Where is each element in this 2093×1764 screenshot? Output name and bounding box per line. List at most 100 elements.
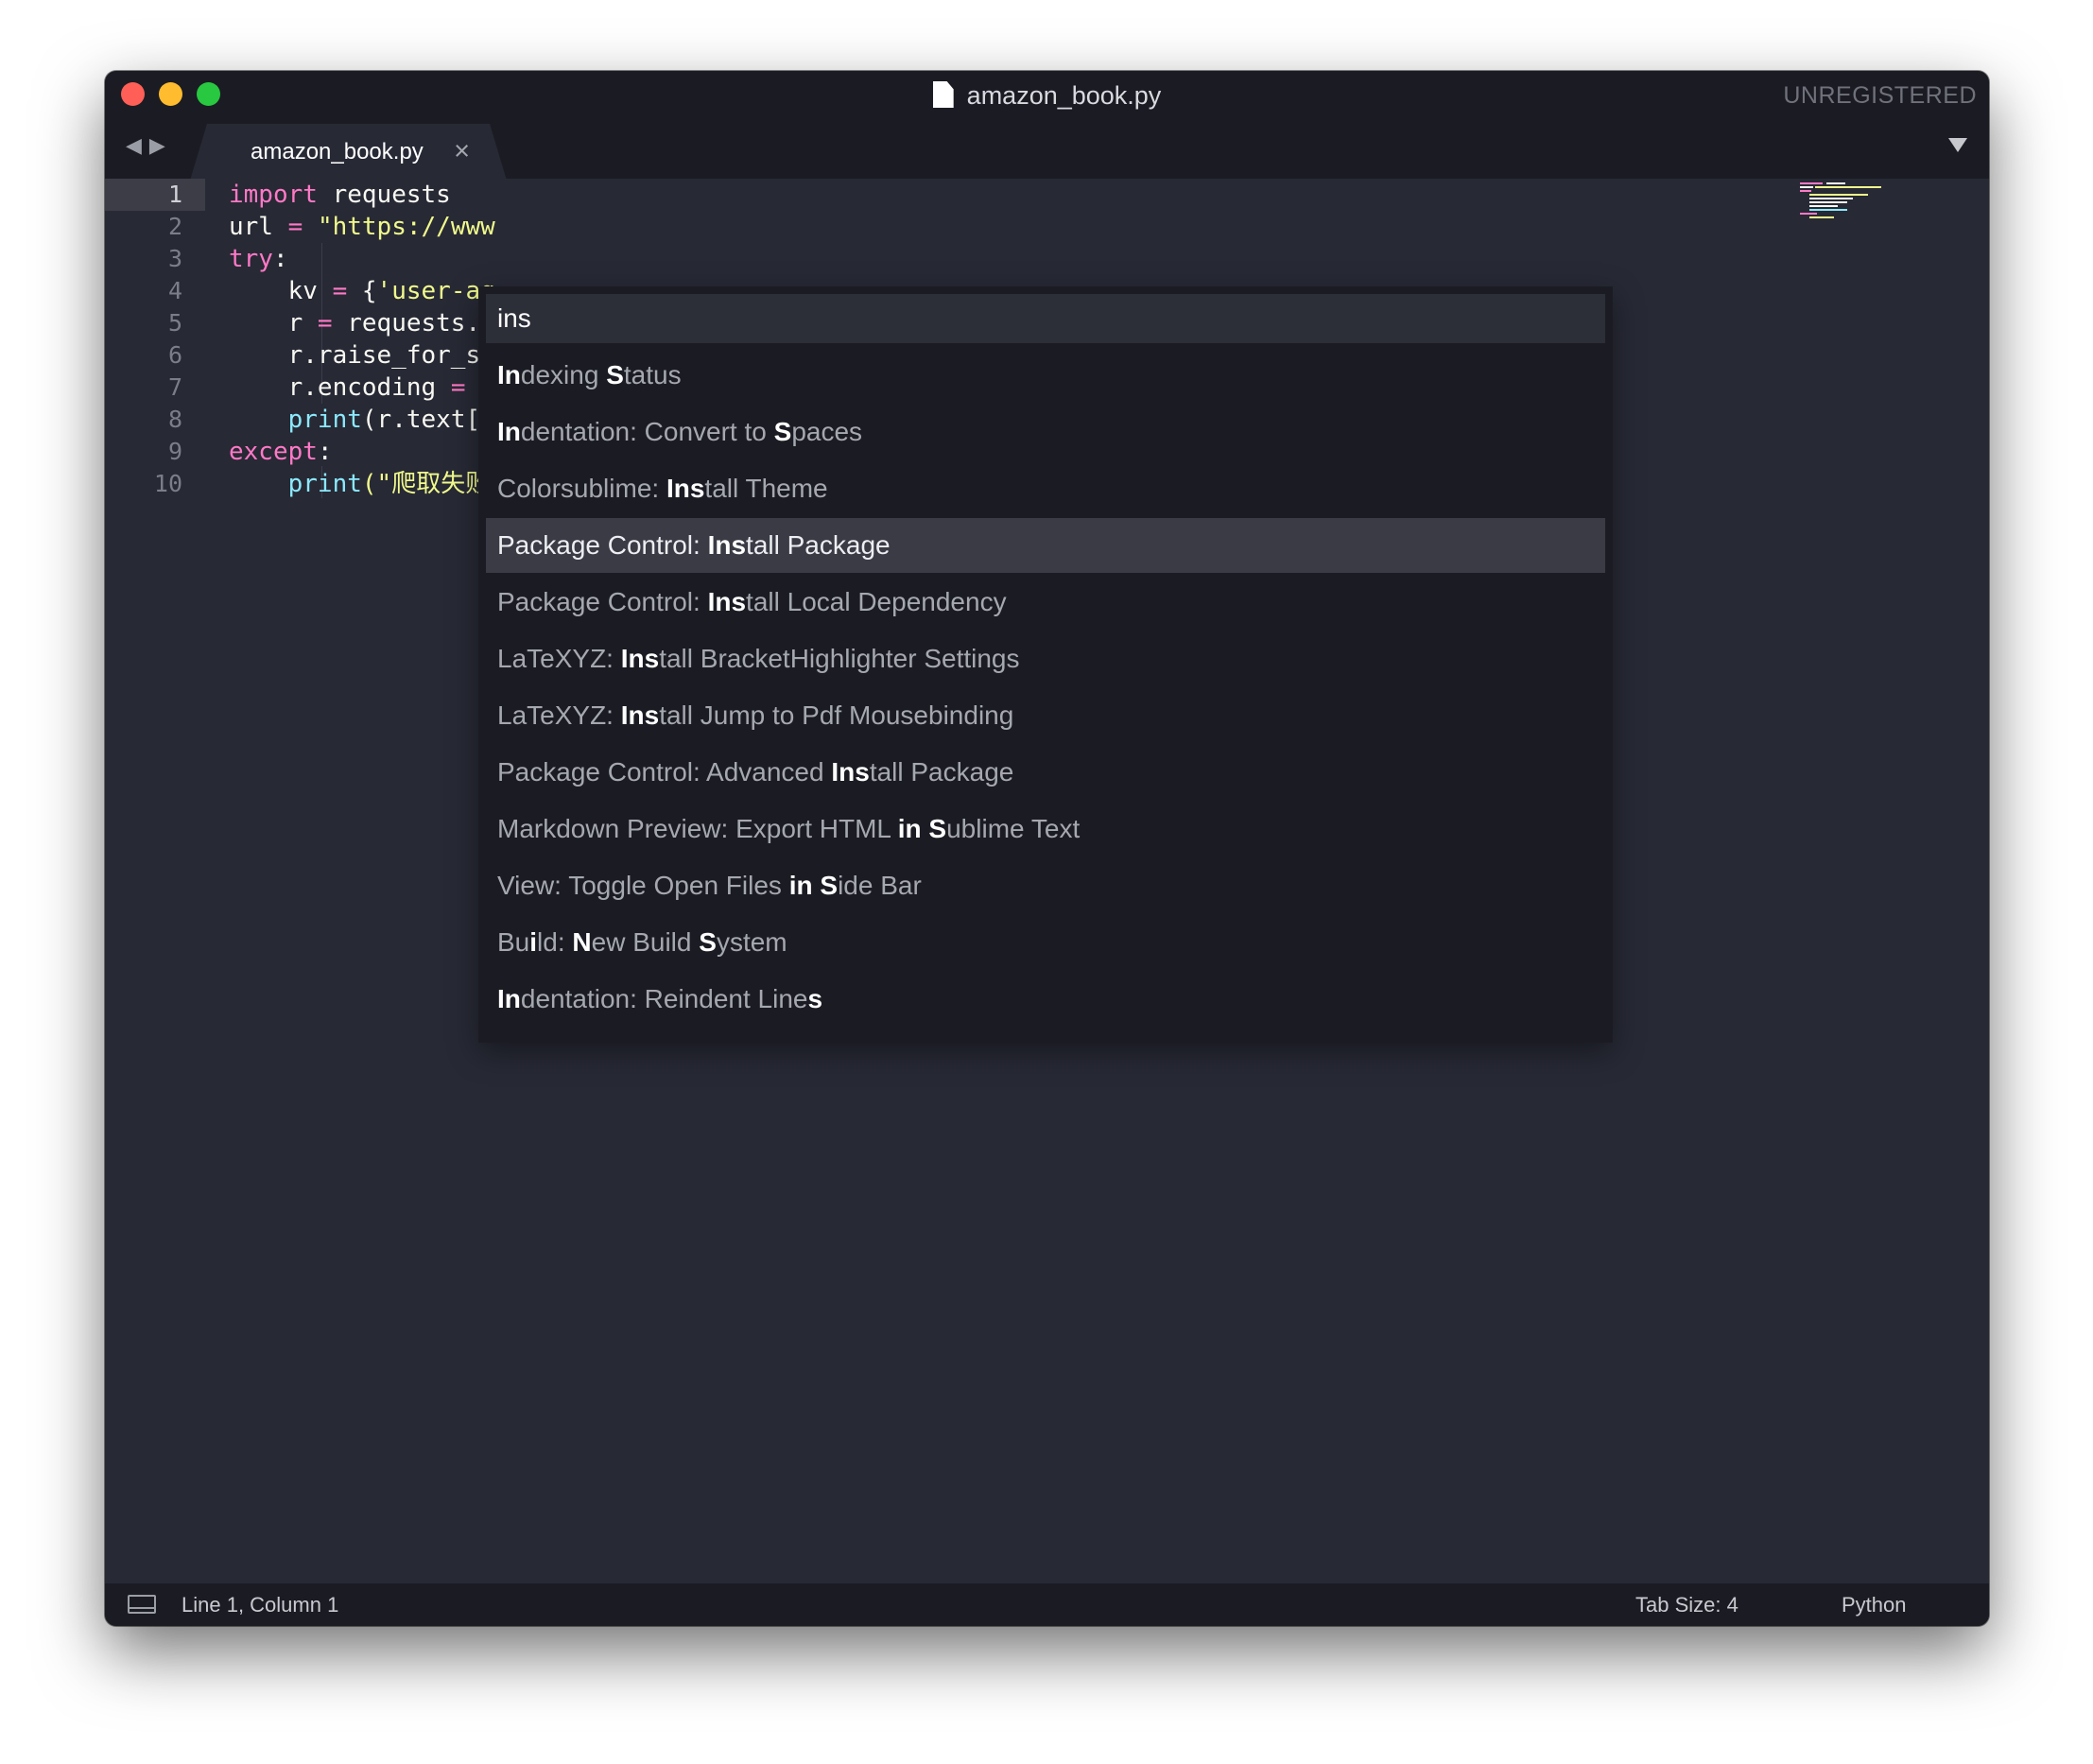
- code-token: :: [272, 245, 288, 273]
- command-palette-item[interactable]: LaTeXYZ: Install Jump to Pdf Mousebindin…: [486, 688, 1605, 743]
- toggle-panel-icon[interactable]: [128, 1595, 156, 1614]
- tab-list-dropdown-icon[interactable]: [1948, 138, 1967, 152]
- item-text: ide Bar: [838, 871, 922, 900]
- item-text: Colorsublime:: [497, 474, 666, 503]
- code-line: r.raise_for_st: [229, 339, 495, 372]
- match-highlight: S: [773, 417, 792, 446]
- item-text: dentation: Convert to: [520, 417, 774, 446]
- window-title: amazon_book.py: [105, 77, 1989, 114]
- command-palette-item[interactable]: Indexing Status: [486, 348, 1605, 403]
- command-palette-item[interactable]: LaTeXYZ: Install BracketHighlighter Sett…: [486, 631, 1605, 686]
- match-highlight: Ins: [707, 587, 747, 616]
- line-number: 1: [167, 181, 182, 208]
- match-highlight: i: [529, 927, 538, 957]
- match-highlight: In: [497, 417, 521, 446]
- cursor-position: Line 1, Column 1: [182, 1593, 339, 1617]
- item-text: tall Package: [746, 530, 891, 560]
- editor-area[interactable]: 1 2 3 4 5 6 7 8 9 10 import requests url = "https:…: [105, 179, 1989, 1583]
- previous-tab-icon[interactable]: ◀: [126, 133, 142, 157]
- item-text: tall Theme: [704, 474, 828, 503]
- code-token: "https://www: [317, 213, 495, 241]
- line-number: 10: [153, 470, 182, 497]
- item-text: View: Toggle Open Files: [497, 871, 789, 900]
- syntax-selector[interactable]: Python: [1842, 1583, 1907, 1626]
- code-line: try:: [229, 243, 288, 275]
- code-token: {: [347, 277, 377, 305]
- match-highlight: in: [788, 871, 813, 900]
- code-token: (r.text[: [361, 406, 481, 434]
- tab-navigation: ◀ ▶: [126, 133, 173, 158]
- item-text: tatus: [623, 360, 682, 389]
- match-highlight: Ins: [831, 757, 870, 787]
- command-palette-item[interactable]: Package Control: Install Package: [486, 518, 1605, 573]
- code-token: kv: [229, 277, 333, 305]
- item-text: LaTeXYZ:: [497, 644, 621, 673]
- code-token: =: [287, 213, 303, 241]
- line-number: 8: [167, 406, 182, 433]
- next-tab-icon[interactable]: ▶: [149, 133, 165, 157]
- item-text: LaTeXYZ:: [497, 700, 621, 730]
- line-number: 4: [167, 277, 182, 304]
- item-text: ystem: [716, 927, 787, 957]
- code-token: r.raise_for_st: [229, 341, 495, 370]
- tab-amazon-book[interactable]: amazon_book.py ×: [190, 124, 507, 181]
- match-highlight: S: [606, 360, 624, 389]
- title-bar: amazon_book.py UNREGISTERED ◀ ▶ amazon_bo…: [105, 71, 1989, 181]
- command-palette: ins Indexing Status Indentation: Convert …: [478, 286, 1613, 1043]
- item-text: tall Package: [869, 757, 1014, 787]
- command-palette-item[interactable]: Build: New Build System: [486, 915, 1605, 970]
- match-highlight: Ins: [707, 530, 747, 560]
- item-text: paces: [791, 417, 863, 446]
- status-bar: Line 1, Column 1 Tab Size: 4 Python: [105, 1583, 1989, 1626]
- code-line: r.encoding =: [229, 372, 466, 404]
- code-token: =: [332, 277, 348, 305]
- command-palette-item[interactable]: Indentation: Convert to Spaces: [486, 405, 1605, 459]
- code-token: except: [229, 438, 318, 466]
- item-text: tall BracketHighlighter Settings: [659, 644, 1020, 673]
- editor-window: amazon_book.py UNREGISTERED ◀ ▶ amazon_bo…: [105, 71, 1989, 1626]
- code-line: kv = {'user-ag: [229, 275, 495, 307]
- code-token: try: [229, 245, 273, 273]
- command-palette-input[interactable]: ins: [486, 294, 1605, 343]
- command-palette-item[interactable]: Package Control: Advanced Install Packag…: [486, 745, 1605, 800]
- match-highlight: in: [897, 814, 922, 843]
- command-palette-item[interactable]: View: Toggle Open Files in Side Bar: [486, 858, 1605, 913]
- code-line: r = requests.: [229, 307, 481, 339]
- code-token: =: [317, 309, 333, 337]
- code-token: 'user-ag: [376, 277, 495, 305]
- item-text: tall Local Dependency: [746, 587, 1007, 616]
- command-palette-item[interactable]: Colorsublime: Install Theme: [486, 461, 1605, 516]
- item-text: ew Build: [591, 927, 700, 957]
- command-palette-item[interactable]: Package Control: Install Local Dependenc…: [486, 575, 1605, 630]
- item-text: tall Jump to Pdf Mousebinding: [659, 700, 1014, 730]
- match-highlight: S: [699, 927, 717, 957]
- item-text: Package Control:: [497, 530, 708, 560]
- code-token: requests: [317, 181, 451, 209]
- line-number: 5: [167, 309, 182, 337]
- code-line: except:: [229, 436, 333, 468]
- match-highlight: In: [497, 984, 521, 1013]
- tab-size-selector[interactable]: Tab Size: 4: [1635, 1583, 1738, 1626]
- code-token: :: [317, 438, 333, 466]
- tab-close-icon[interactable]: ×: [454, 135, 470, 167]
- command-palette-item[interactable]: Indentation: Reindent Lines: [486, 972, 1605, 1027]
- line-number: 2: [167, 213, 182, 240]
- unregistered-label: UNREGISTERED: [1783, 82, 1977, 109]
- match-highlight: Ins: [620, 700, 660, 730]
- item-text: ld:: [537, 927, 573, 957]
- item-text: ublime Text: [946, 814, 1081, 843]
- code-token: url: [229, 213, 288, 241]
- window-title-text: amazon_book.py: [966, 81, 1162, 110]
- code-token: ("爬取失败: [361, 470, 491, 498]
- item-text: dentation: Reindent Line: [520, 984, 808, 1013]
- code-token: r: [229, 309, 318, 337]
- match-highlight: In: [497, 360, 521, 389]
- line-number: 6: [167, 341, 182, 369]
- command-palette-item[interactable]: Markdown Preview: Export HTML in Sublime…: [486, 802, 1605, 856]
- minimap[interactable]: [1800, 182, 1904, 220]
- item-text: Package Control:: [497, 587, 708, 616]
- line-number: 9: [167, 438, 182, 465]
